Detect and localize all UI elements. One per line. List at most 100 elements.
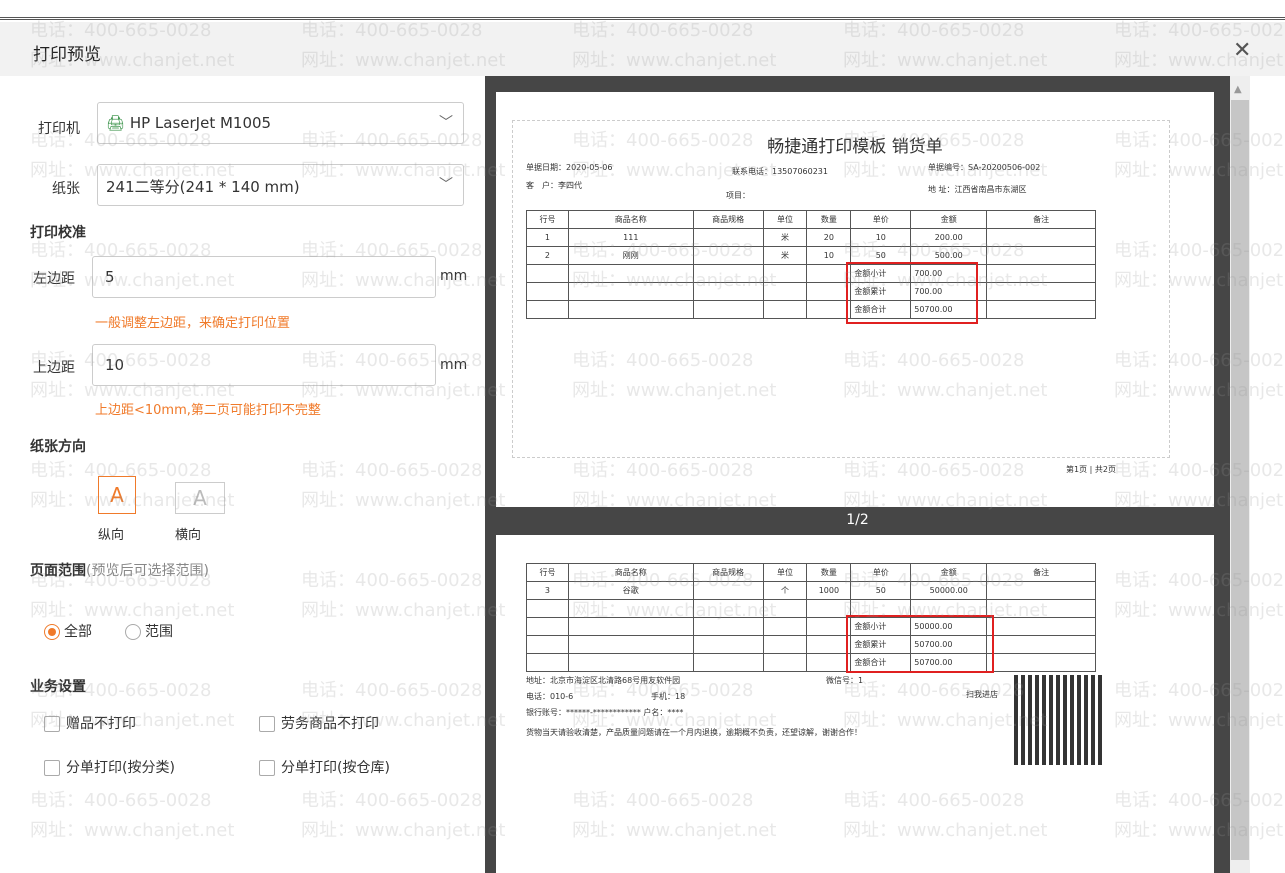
table-header-cell: 单位	[762, 210, 808, 229]
totals-row: 金额合计 50700.00	[526, 300, 1096, 319]
doc-project: 项目：	[726, 191, 750, 200]
table-cell: 111	[567, 228, 694, 247]
doc-address: 地 址：江西省南昌市东湖区	[928, 185, 1027, 194]
option-label: 分单打印(按仓库)	[281, 760, 390, 776]
table-row	[526, 599, 1096, 618]
option-label: 劳务商品不打印	[281, 716, 379, 732]
option-label: 分单打印(按分类)	[66, 760, 175, 776]
qr-code-image	[1014, 675, 1102, 765]
table-header-cell: 商品规格	[692, 563, 764, 582]
printer-value: HP LaserJet M1005	[129, 114, 272, 132]
printer-icon: 🖨	[106, 114, 126, 132]
table-cell	[806, 599, 852, 618]
page-footer: 第1页 | 共2页	[1066, 465, 1116, 474]
checkbox-icon	[259, 716, 275, 732]
table-cell	[692, 228, 764, 247]
checkbox-icon	[44, 716, 60, 732]
portrait-button[interactable]: A	[98, 476, 136, 514]
items-table-page-1: 行号 商品名称 商品规格 单位 数量 单价 金额 备注 1 111 米 20 10 200.00 2 刚刚米 1…	[526, 210, 1096, 319]
left-margin-unit: mm	[440, 268, 468, 284]
dialog-title: 打印预览	[33, 45, 101, 65]
printer-label: 打印机	[38, 121, 80, 137]
option-checkbox[interactable]: 分单打印(按仓库)	[259, 757, 390, 777]
table-header-cell: 数量	[806, 563, 852, 582]
table-cell: 10	[850, 228, 912, 247]
range-all-radio[interactable]: 全部	[44, 621, 92, 641]
option-checkbox[interactable]: 劳务商品不打印	[259, 713, 379, 733]
option-checkbox[interactable]: 赠品不打印	[44, 713, 136, 733]
table-row: 3 谷歌 个 1000 50 50000.00	[526, 581, 1096, 600]
business-title: 业务设置	[30, 679, 86, 695]
range-title-text: 页面范围	[30, 563, 86, 579]
checkbox-icon	[259, 760, 275, 776]
totals-row: 金额累计 50700.00	[526, 635, 1096, 654]
totals-row: 金额累计 700.00	[526, 282, 1096, 301]
footer-wechat: 微信号：1	[826, 676, 864, 685]
table-header-cell: 金额	[910, 210, 988, 229]
table-row: 1 111 米 20 10 200.00	[526, 228, 1096, 247]
paper-select[interactable]: 241二等分(241 * 140 mm) ﹀	[97, 164, 464, 206]
table-header-cell: 单价	[850, 563, 912, 582]
calibration-title: 打印校准	[30, 225, 86, 241]
option-label: 赠品不打印	[66, 716, 136, 732]
range-custom-label: 范围	[145, 624, 173, 640]
chevron-down-icon: ﹀	[439, 115, 453, 131]
table-header-cell: 商品名称	[567, 563, 694, 582]
settings-panel: 打印机 🖨 HP LaserJet M1005 ﹀ 纸张 241二等分(241 …	[0, 76, 485, 873]
items-table-page-2: 行号 商品名称 商品规格 单位 数量 单价 金额 备注 3 谷歌个 1000 50 50000.00 金额…	[526, 563, 1096, 672]
table-cell: 1	[526, 228, 569, 247]
table-cell: 50000.00	[910, 581, 988, 600]
radio-unchecked	[125, 624, 141, 640]
paper-label: 纸张	[52, 181, 80, 197]
table-cell: 200.00	[910, 228, 988, 247]
doc-title: 畅捷通打印模板 销货单	[767, 137, 943, 157]
table-cell: 10	[806, 246, 852, 265]
window-top-border	[0, 0, 1285, 20]
option-checkbox[interactable]: 分单打印(按分类)	[44, 757, 175, 777]
range-note: (预览后可选择范围)	[86, 563, 209, 579]
table-cell	[986, 599, 1096, 618]
table-cell	[762, 599, 808, 618]
table-cell	[692, 599, 764, 618]
orientation-title: 纸张方向	[30, 439, 86, 455]
left-margin-input[interactable]: 5	[92, 256, 436, 298]
top-margin-hint: 上边距<10mm,第二页可能打印不完整	[95, 403, 321, 418]
table-cell	[567, 599, 694, 618]
totals-highlight	[846, 262, 978, 324]
totals-row: 金额合计 50700.00	[526, 653, 1096, 672]
top-margin-input[interactable]: 10	[92, 344, 436, 386]
table-header-cell: 行号	[526, 563, 569, 582]
table-cell: 米	[762, 246, 808, 265]
table-header-cell: 备注	[986, 210, 1096, 229]
table-cell	[986, 246, 1096, 265]
table-header-cell: 单价	[850, 210, 912, 229]
radio-checked	[44, 624, 60, 640]
left-margin-hint: 一般调整左边距，来确定打印位置	[95, 316, 291, 331]
table-cell: 3	[526, 581, 569, 600]
table-cell: 刚刚	[567, 246, 694, 265]
footer-phone: 电话：010-6	[526, 692, 574, 701]
chevron-down-icon: ﹀	[439, 177, 453, 193]
preview-page-2: 行号 商品名称 商品规格 单位 数量 单价 金额 备注 3 谷歌个 1000 50 50000.00 金额…	[496, 535, 1214, 873]
table-header-cell: 商品名称	[567, 210, 694, 229]
checkbox-icon	[44, 760, 60, 776]
table-header-cell: 单位	[762, 563, 808, 582]
table-cell: 2	[526, 246, 569, 265]
top-margin-label: 上边距	[33, 360, 75, 376]
portrait-label: 纵向	[98, 528, 125, 543]
scroll-up-icon[interactable]: ▲	[1234, 84, 1242, 95]
totals-row: 金额小计 700.00	[526, 264, 1096, 283]
landscape-button[interactable]: A	[175, 482, 225, 514]
doc-phone: 联系电话：13507060231	[732, 167, 828, 176]
table-cell	[692, 581, 764, 600]
doc-date: 单据日期：2020-05-06	[526, 163, 613, 172]
table-cell	[986, 228, 1096, 247]
footer-note: 货物当天请验收清楚，产品质量问题请在一个月内退换，逾期概不负责，还望谅解，谢谢合…	[526, 728, 862, 737]
printer-select[interactable]: 🖨 HP LaserJet M1005 ﹀	[97, 102, 464, 144]
scrollbar-thumb[interactable]	[1231, 100, 1249, 860]
close-icon[interactable]: ✕	[1233, 38, 1251, 63]
range-custom-radio[interactable]: 范围	[125, 621, 173, 641]
table-header-row: 行号 商品名称 商品规格 单位 数量 单价 金额 备注	[526, 210, 1096, 229]
footer-address: 地址：北京市海淀区北清路68号用友软件园	[526, 676, 681, 685]
footer-bank: 银行账号：******-************ 户名：****	[526, 708, 684, 717]
